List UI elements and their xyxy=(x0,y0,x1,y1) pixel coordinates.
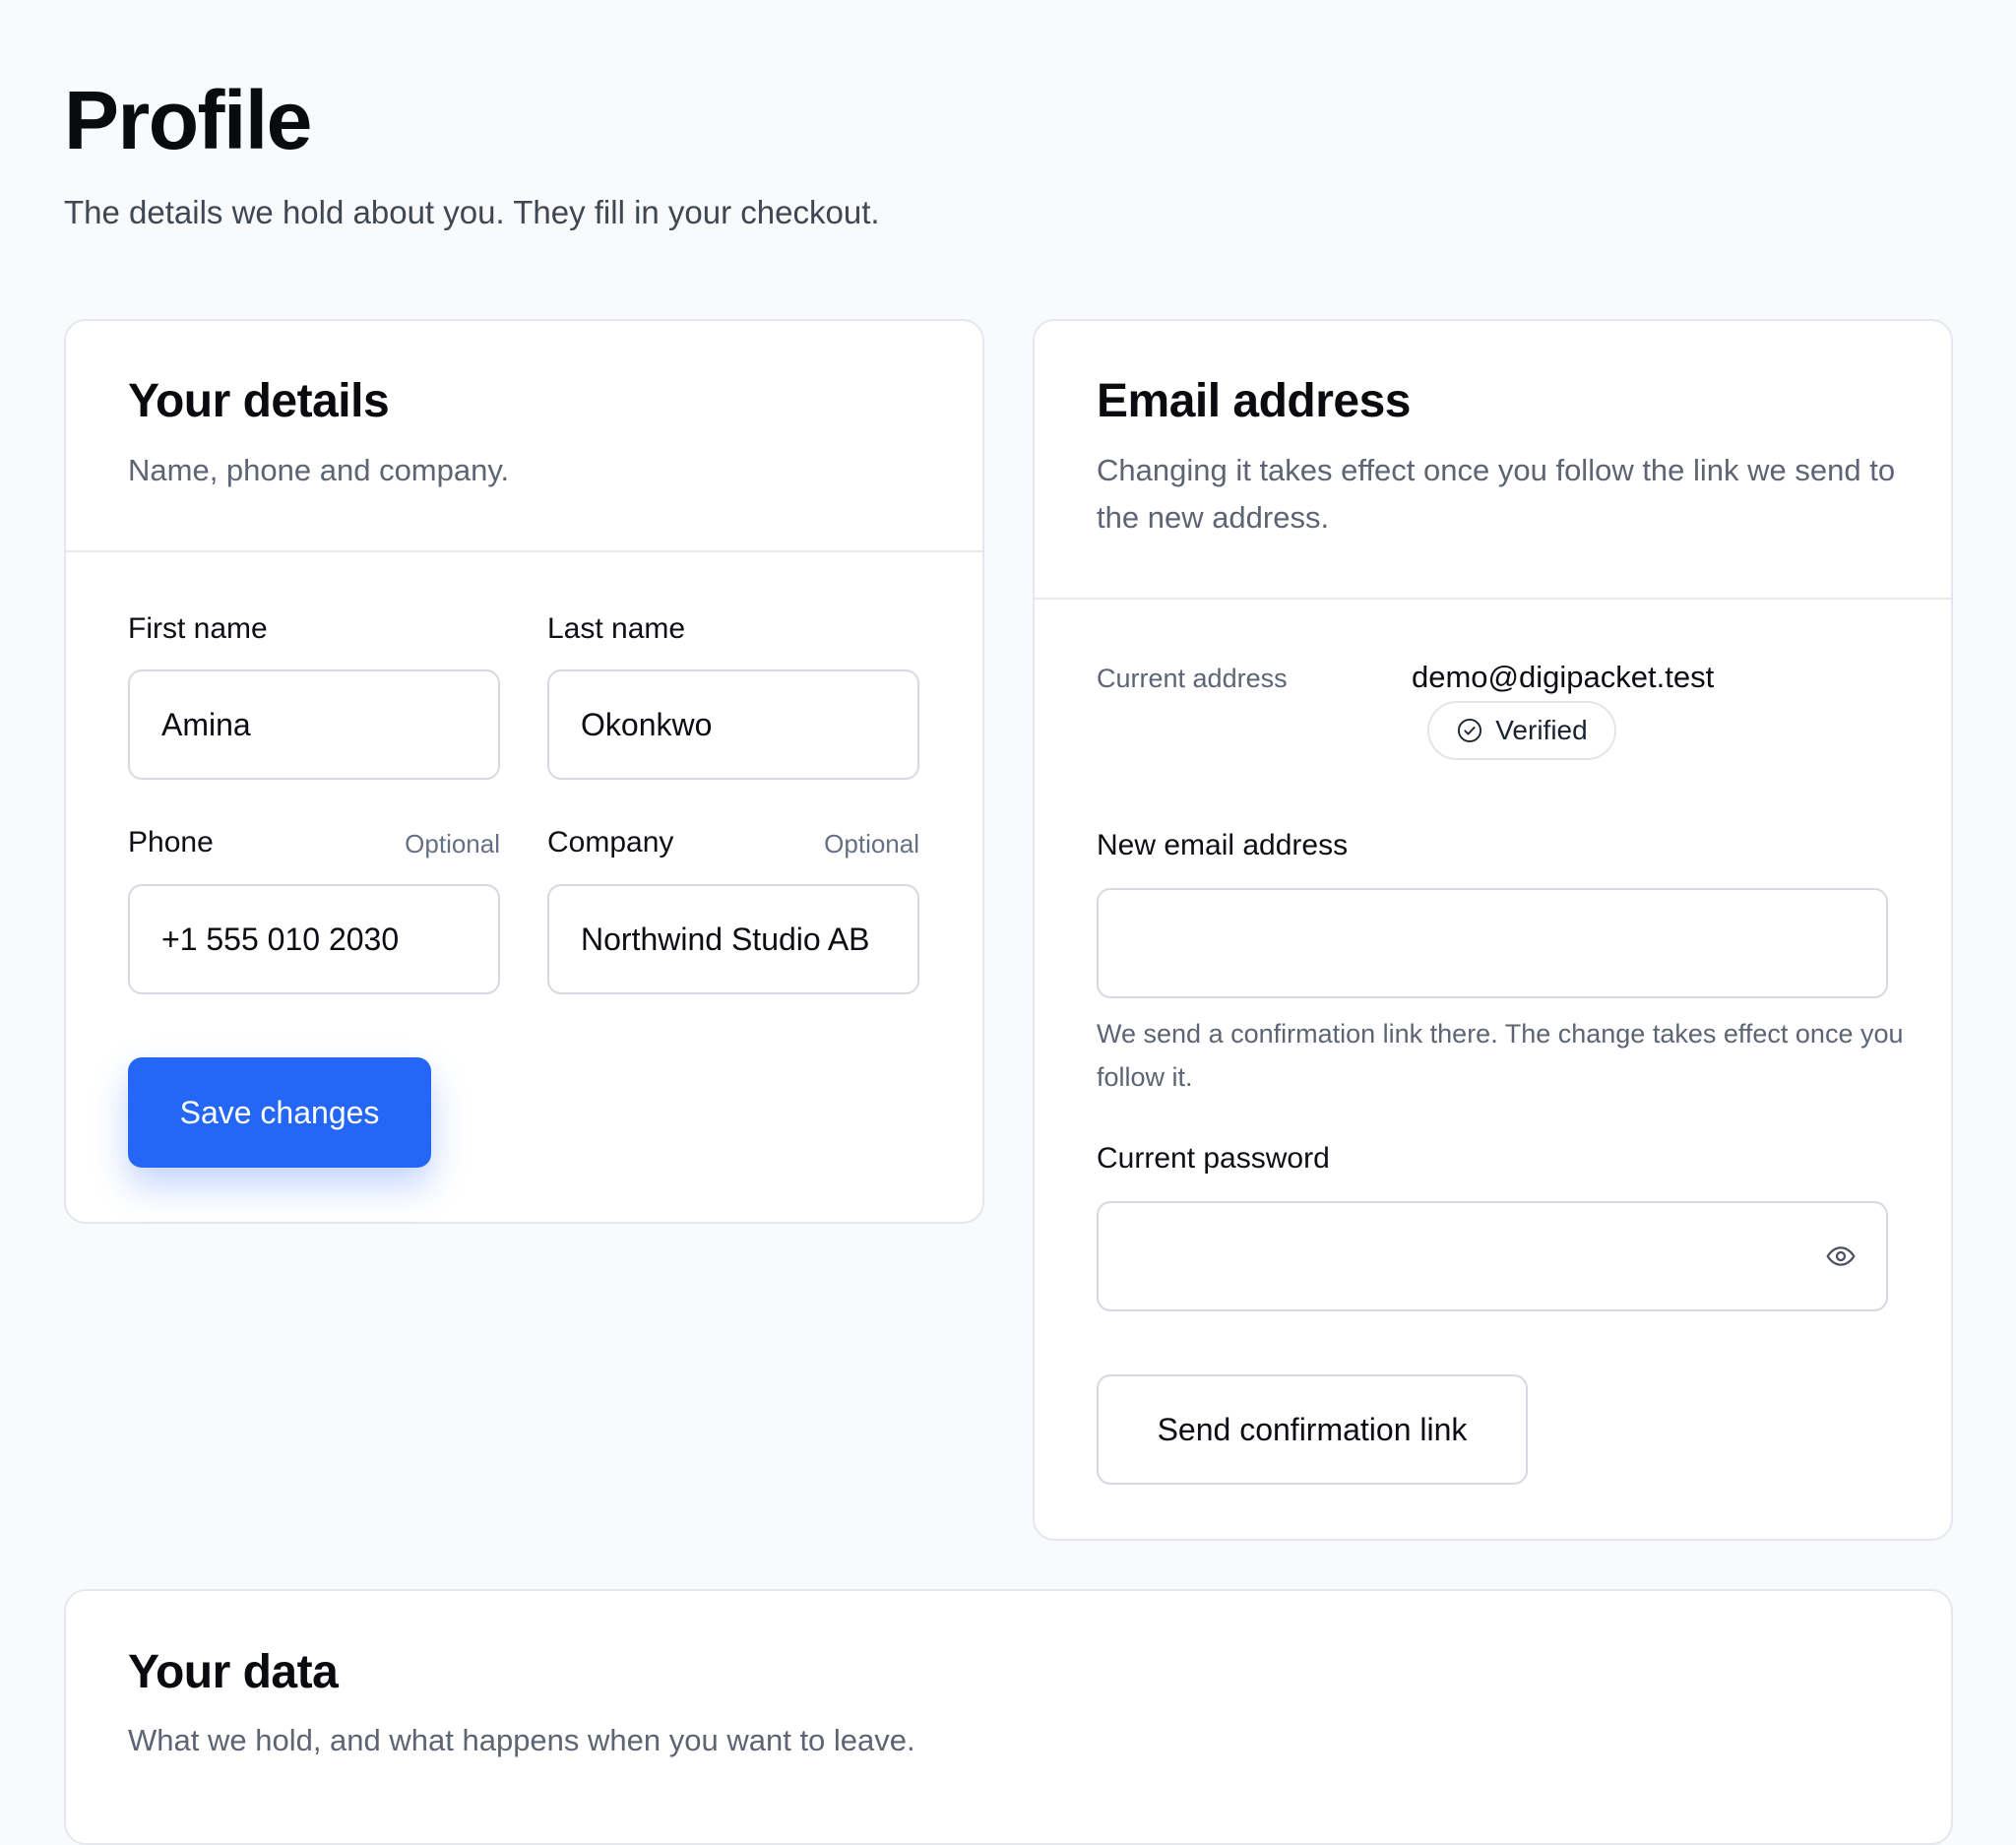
your-data-title: Your data xyxy=(128,1646,339,1698)
last-name-input[interactable]: Okonkwo xyxy=(547,669,919,780)
verified-label: Verified xyxy=(1495,715,1588,745)
save-changes-button[interactable]: Save changes xyxy=(128,1057,431,1168)
email-address-title: Email address xyxy=(1097,375,1412,427)
new-email-help: We send a confirmation link there. The c… xyxy=(1097,1019,1904,1092)
current-password-label: Current password xyxy=(1097,1142,1330,1175)
your-details-description: Name, phone and company. xyxy=(128,453,510,487)
first-name-label: First name xyxy=(128,612,268,645)
current-email-value: demo@digipacket.test xyxy=(1412,660,1715,694)
check-circle-icon xyxy=(1456,717,1483,744)
phone-label: Phone xyxy=(128,826,214,859)
page-title: Profile xyxy=(64,74,312,166)
eye-icon[interactable] xyxy=(1823,1239,1858,1274)
verified-badge: Verified xyxy=(1427,701,1616,760)
last-name-label: Last name xyxy=(547,612,686,645)
your-details-title: Your details xyxy=(128,375,390,427)
company-optional-tag: Optional xyxy=(824,829,919,859)
phone-optional-tag: Optional xyxy=(405,829,500,859)
send-confirmation-link-button[interactable]: Send confirmation link xyxy=(1097,1374,1528,1485)
new-email-input[interactable] xyxy=(1097,888,1888,998)
page-subtitle: The details we hold about you. They fill… xyxy=(64,194,880,230)
email-address-description: Changing it takes effect once you follow… xyxy=(1097,453,1896,535)
current-password-input[interactable] xyxy=(1097,1201,1888,1311)
phone-input[interactable]: +1 555 010 2030 xyxy=(128,884,500,994)
company-label: Company xyxy=(547,826,674,859)
new-email-label: New email address xyxy=(1097,829,1349,861)
current-address-label: Current address xyxy=(1097,664,1288,693)
card-header xyxy=(66,321,982,552)
your-data-description: What we hold, and what happens when you … xyxy=(128,1723,915,1757)
company-input[interactable]: Northwind Studio AB xyxy=(547,884,919,994)
first-name-input[interactable]: Amina xyxy=(128,669,500,780)
